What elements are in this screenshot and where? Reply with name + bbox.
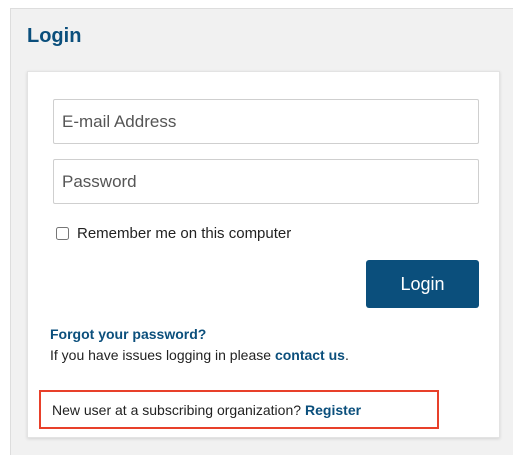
remember-me-label: Remember me on this computer <box>77 224 292 242</box>
contact-us-link[interactable]: contact us <box>275 347 345 363</box>
remember-me[interactable]: Remember me on this computer <box>56 223 291 243</box>
login-card: Remember me on this computer Login Forgo… <box>27 71 500 438</box>
issues-suffix: . <box>344 347 349 363</box>
email-field[interactable] <box>53 99 479 144</box>
password-field[interactable] <box>53 159 479 204</box>
register-prompt-box: New user at a subscribing organization? … <box>39 390 439 429</box>
login-issues-text: If you have issues logging in please con… <box>50 346 349 364</box>
page-title: Login <box>27 25 82 47</box>
login-button[interactable]: Login <box>366 260 479 308</box>
forgot-password-link[interactable]: Forgot your password? <box>50 325 206 343</box>
register-link[interactable]: Register <box>305 402 361 418</box>
register-prompt: New user at a subscribing organization? <box>52 401 302 418</box>
login-panel: Login Remember me on this computer Login… <box>10 8 513 455</box>
issues-prefix: If you have issues logging in please <box>50 347 272 363</box>
remember-me-checkbox[interactable] <box>56 226 69 240</box>
